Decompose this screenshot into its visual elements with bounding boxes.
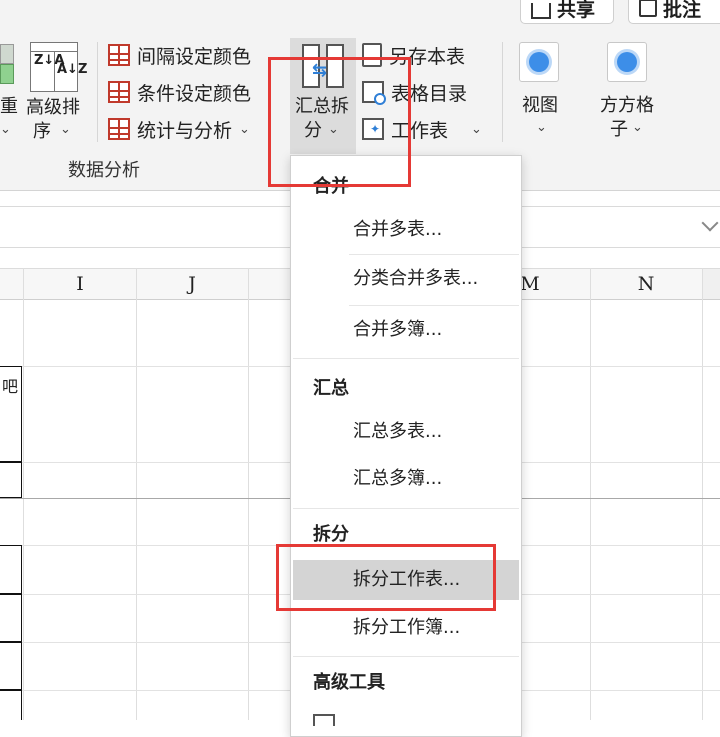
scrollbar-stub[interactable] <box>702 269 720 299</box>
condition-color-icon <box>108 81 130 103</box>
menu-divider <box>349 305 519 306</box>
chevron-down-icon: ⌄ <box>536 120 547 135</box>
chevron-down-icon: ⌄ <box>471 121 482 137</box>
group-label-data-analysis: 数据分析 <box>68 160 140 181</box>
view-icon <box>519 42 559 82</box>
chevron-down-icon: ⌄ <box>0 122 11 137</box>
condition-color-button[interactable]: 条件设定颜色 <box>108 77 251 107</box>
interval-color-button[interactable]: 间隔设定颜色 <box>108 40 251 70</box>
grid-cell[interactable] <box>0 462 22 498</box>
menu-item-summary-sheets[interactable]: 汇总多表... <box>293 412 519 452</box>
grid-cell[interactable] <box>0 642 22 690</box>
partial-tool-label[interactable]: 重 <box>0 96 18 118</box>
share-label: 共享 <box>557 0 596 21</box>
stats-analysis-button[interactable]: 统计与分析 ⌄ <box>108 114 250 144</box>
chevron-down-icon: ⌄ <box>632 120 643 135</box>
divider <box>502 42 503 142</box>
menu-divider <box>293 508 519 509</box>
chevron-down-icon: ⌄ <box>239 121 250 137</box>
view-button[interactable] <box>519 42 559 82</box>
fangfang-grid-button[interactable] <box>607 42 647 82</box>
grid-line <box>136 268 137 720</box>
menu-item-merge-workbooks[interactable]: 合并多簿... <box>293 310 519 350</box>
partial-tool-icon <box>0 44 14 64</box>
highlight-box-merge-split <box>268 57 411 187</box>
view-label: 视图 <box>522 95 558 116</box>
menu-header-split: 拆分 <box>313 524 349 545</box>
grid-cell[interactable] <box>0 690 22 720</box>
menu-header-summary: 汇总 <box>313 378 349 399</box>
menu-header-advanced-tools: 高级工具 <box>313 672 385 693</box>
advanced-sort-button[interactable]: 高级排 <box>26 97 80 119</box>
grid-cell[interactable] <box>0 545 22 594</box>
chevron-down-icon: ⌄ <box>60 122 71 137</box>
comment-icon <box>639 0 657 17</box>
cell-text: 吧 <box>2 377 19 396</box>
menu-divider <box>293 656 519 657</box>
sort-az-icon: Z↓A A↓Z <box>30 42 87 92</box>
grid-cell[interactable]: 吧 <box>0 366 22 462</box>
menu-item-split-workbook[interactable]: 拆分工作簿... <box>293 608 519 648</box>
grid-line <box>590 268 591 720</box>
divider <box>97 42 98 142</box>
column-header-j[interactable]: J <box>136 269 248 299</box>
menu-item-merge-sheets[interactable]: 合并多表... <box>293 210 519 250</box>
column-header-n[interactable]: N <box>590 269 702 299</box>
interval-color-icon <box>108 44 130 66</box>
column-header-i[interactable]: I <box>24 269 136 299</box>
menu-divider <box>293 358 519 359</box>
share-button[interactable]: 共享 <box>520 0 614 24</box>
menu-item-category-merge[interactable]: 分类合并多表... <box>293 259 519 299</box>
stats-analysis-icon <box>108 118 130 140</box>
grid-cell[interactable] <box>0 594 22 642</box>
chevron-down-icon[interactable] <box>701 214 719 232</box>
advanced-tool-icon <box>313 714 335 726</box>
fangfang-label: 方方格 <box>600 95 654 116</box>
grid-line <box>702 268 703 720</box>
advanced-sort-label-2: 序 <box>33 121 51 142</box>
comment-label: 批注 <box>663 0 702 21</box>
comment-button[interactable]: 批注 <box>628 0 720 24</box>
grid-line <box>23 268 24 720</box>
highlight-box-split-worksheet <box>276 544 496 611</box>
share-icon <box>531 3 551 19</box>
fangfang-label-2: 子 <box>610 119 628 140</box>
fangfang-icon <box>607 42 647 82</box>
menu-item-summary-workbooks[interactable]: 汇总多簿... <box>293 459 519 499</box>
menu-divider <box>349 254 519 255</box>
merge-split-menu: 合并 合并多表... 分类合并多表... 合并多簿... 汇总 汇总多表... … <box>290 155 522 737</box>
partial-tool-icon-green <box>0 64 14 84</box>
grid-line <box>248 268 249 720</box>
